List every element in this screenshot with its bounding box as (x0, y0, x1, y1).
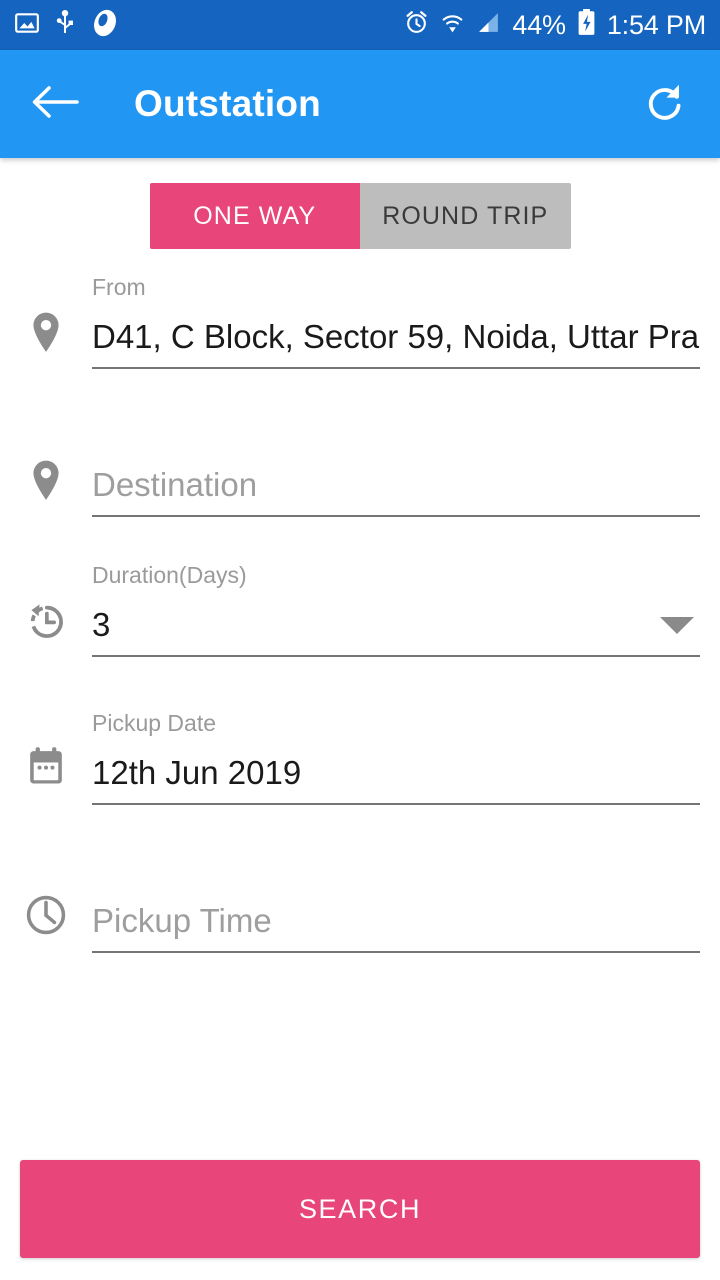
pickup-date-label: Pickup Date (92, 710, 217, 736)
chevron-down-icon[interactable] (660, 616, 694, 634)
clock-icon (20, 889, 72, 941)
carrier-logo-icon (90, 8, 120, 43)
booking-form: From D41, C Block, Sector 59, Noida, Utt… (0, 271, 720, 953)
status-bar-left-icons (14, 8, 120, 43)
alarm-icon (404, 10, 429, 40)
app-bar: Outstation (0, 50, 720, 158)
pickup-date-input-row[interactable]: 12th Jun 2019 (92, 743, 700, 805)
duration-label: Duration(Days) (92, 562, 247, 588)
search-button[interactable]: SEARCH (20, 1160, 700, 1258)
battery-percent-label: 44% (512, 9, 566, 40)
destination-placeholder[interactable]: Destination (92, 466, 700, 504)
pickup-time-placeholder[interactable]: Pickup Time (92, 902, 700, 940)
duration-field[interactable]: Duration(Days) 3 (20, 559, 700, 657)
location-pin-icon (20, 307, 72, 359)
pickup-time-input-row[interactable]: Pickup Time (92, 891, 700, 953)
destination-field[interactable]: Destination (20, 419, 700, 517)
status-bar-time: 1:54 PM (606, 9, 706, 40)
pickup-time-label (92, 855, 700, 887)
status-bar-right-icons: 44% 1:54 PM (404, 9, 706, 41)
form-content: ONE WAY ROUND TRIP From D41, C Block, Se… (0, 158, 720, 1280)
status-bar: 44% 1:54 PM (0, 0, 720, 50)
trip-type-toggle: ONE WAY ROUND TRIP (149, 183, 571, 249)
pickup-date-field[interactable]: Pickup Date 12th Jun 2019 (20, 707, 700, 805)
from-field[interactable]: From D41, C Block, Sector 59, Noida, Utt… (20, 271, 700, 369)
pickup-time-field[interactable]: Pickup Time (20, 855, 700, 953)
back-button[interactable] (28, 77, 82, 131)
refresh-icon (643, 80, 687, 129)
page-title: Outstation (134, 83, 321, 124)
from-input-row[interactable]: D41, C Block, Sector 59, Noida, Uttar Pr… (92, 307, 700, 369)
destination-input-row[interactable]: Destination (92, 455, 700, 517)
pickup-date-value[interactable]: 12th Jun 2019 (92, 754, 700, 792)
tab-one-way[interactable]: ONE WAY (149, 183, 360, 249)
search-button-container: SEARCH (20, 1160, 700, 1258)
calendar-icon (20, 741, 72, 793)
image-icon (14, 10, 40, 41)
refresh-button[interactable] (638, 77, 692, 131)
duration-input-row[interactable]: 3 (92, 595, 700, 657)
battery-charging-icon (577, 9, 596, 41)
destination-label (92, 419, 700, 451)
tab-round-trip[interactable]: ROUND TRIP (360, 183, 571, 249)
from-value[interactable]: D41, C Block, Sector 59, Noida, Uttar Pr… (92, 318, 700, 356)
arrow-left-icon (31, 83, 79, 126)
usb-icon (54, 9, 76, 41)
outstation-screen: 44% 1:54 PM Outstation ONE WAY ROUND TRI… (0, 0, 720, 1280)
signal-icon (476, 10, 501, 40)
history-clock-icon (20, 595, 72, 647)
wifi-icon (440, 10, 465, 40)
location-pin-icon (20, 455, 72, 507)
duration-value[interactable]: 3 (92, 606, 650, 644)
from-label: From (92, 274, 146, 300)
